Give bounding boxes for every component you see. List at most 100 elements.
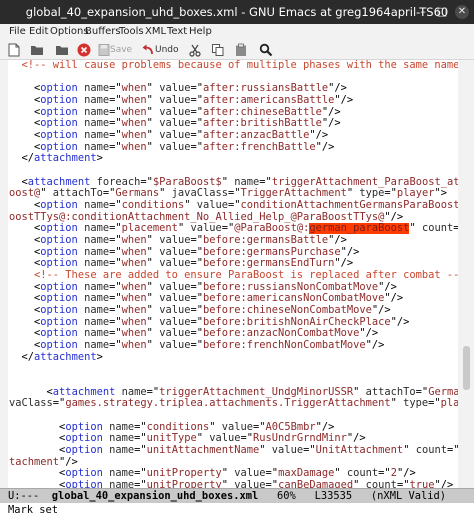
code-token: < xyxy=(9,281,41,293)
code-line: <option name="when" value="before:russia… xyxy=(9,282,458,294)
menu-edit[interactable]: Edit xyxy=(29,26,48,37)
code-token: =" xyxy=(52,398,66,410)
code-token: name xyxy=(109,445,135,457)
code-token: </ xyxy=(9,351,35,363)
menu-bar: File Edit Options Buffers Tools XML Text… xyxy=(0,24,474,40)
code-token: name xyxy=(84,95,110,106)
code-token: " xyxy=(159,188,172,200)
scrollbar[interactable] xyxy=(458,60,474,488)
code-line: <option name="unitAttachmentName" value=… xyxy=(9,445,458,457)
code-token: </ xyxy=(9,153,35,165)
menu-tools[interactable]: Tools xyxy=(119,26,144,37)
dired-folder-icon[interactable] xyxy=(55,43,69,57)
code-token: =" xyxy=(109,95,122,106)
code-token: name xyxy=(84,305,110,317)
code-token: "/> xyxy=(315,421,335,433)
save-icon[interactable] xyxy=(98,43,110,57)
code-token: =" xyxy=(109,258,122,270)
code-line: <option name="when" value="after:anzacBa… xyxy=(9,130,458,142)
code-token: < xyxy=(9,305,41,317)
modeline-position: 60% xyxy=(277,490,296,502)
code-token: name xyxy=(109,421,135,433)
cut-icon[interactable] xyxy=(188,43,202,57)
window-close-button[interactable]: ✕ xyxy=(455,5,469,19)
close-buffer-icon[interactable] xyxy=(77,43,91,57)
code-token: " xyxy=(146,340,160,352)
code-line: <option name="conditions" value="A0C5Bmb… xyxy=(9,422,458,434)
menu-file[interactable]: File xyxy=(9,26,26,37)
code-token: =" xyxy=(190,246,203,258)
code-token: " xyxy=(196,433,210,445)
undo-button[interactable]: Undo xyxy=(155,45,179,55)
search-highlight: german_paraBoost xyxy=(309,223,410,235)
menu-text[interactable]: Text xyxy=(167,26,187,37)
code-token: name xyxy=(84,200,110,212)
code-token: before:frenchNonCombatMove xyxy=(202,340,366,352)
code-token: value xyxy=(159,235,191,247)
copy-icon[interactable] xyxy=(211,43,225,57)
code-token: attachment xyxy=(52,386,116,398)
code-token: name xyxy=(121,386,147,398)
code-token: after:chineseBattle xyxy=(202,106,322,118)
code-token: "> xyxy=(434,188,447,200)
left-fringe xyxy=(0,60,8,488)
menu-xml[interactable]: XML xyxy=(145,26,166,37)
code-token: < xyxy=(9,316,41,328)
code-token: " xyxy=(146,95,160,106)
code-token: "/> xyxy=(328,235,347,247)
editor-area[interactable]: <!-- will cause problems because of mult… xyxy=(0,60,474,503)
code-token: $ParaBoost$ xyxy=(152,176,222,188)
menu-help[interactable]: Help xyxy=(189,26,212,37)
code-token: option xyxy=(40,328,78,340)
code-token: attachTo xyxy=(365,386,416,398)
code-line: <option name="when" value="after:russian… xyxy=(9,83,458,95)
code-token: <!-- These are added to ensure ParaBoost… xyxy=(9,270,458,282)
code-token: =" xyxy=(109,340,122,352)
undo-icon[interactable] xyxy=(141,43,155,57)
code-token: conditions xyxy=(121,200,185,212)
code-token: value xyxy=(196,200,228,212)
code-token: "/> xyxy=(371,305,391,317)
code-token: attachment xyxy=(34,153,97,165)
code-token: " xyxy=(146,316,160,328)
code-token: =" xyxy=(190,305,203,317)
code-token: Germans xyxy=(428,386,458,398)
minimize-button[interactable]: – xyxy=(417,6,429,18)
code-token: =" xyxy=(134,421,147,433)
save-button[interactable]: Save xyxy=(110,45,132,55)
new-file-icon[interactable] xyxy=(8,43,20,57)
code-token: " xyxy=(353,386,366,398)
code-line: <option name="when" value="after:chinese… xyxy=(9,107,458,119)
search-icon[interactable] xyxy=(259,43,273,57)
code-token: when xyxy=(121,293,147,305)
code-token: " xyxy=(390,398,404,410)
paste-icon[interactable] xyxy=(234,43,248,57)
code-token: when xyxy=(121,328,147,340)
code-line: oost@" attachTo="Germans" javaClass="Tri… xyxy=(9,188,458,200)
code-token: =" xyxy=(228,200,241,212)
code-token: < xyxy=(9,130,41,142)
maximize-button[interactable]: □ xyxy=(436,6,448,18)
code-line: <option name="when" value="before:anzacN… xyxy=(9,328,458,340)
code-line: <attachment name="triggerAttachment_Undg… xyxy=(9,387,458,399)
menu-options[interactable]: Options xyxy=(50,26,89,37)
menu-buffers[interactable]: Buffers xyxy=(85,26,121,37)
code-token: " xyxy=(346,188,360,200)
code-token: "/> xyxy=(384,293,404,305)
code-token: =" xyxy=(190,328,203,340)
code-token: value xyxy=(159,118,191,130)
code-line: <option name="when" value="before:german… xyxy=(9,235,458,247)
open-folder-icon[interactable] xyxy=(30,43,44,57)
code-line: </attachment> xyxy=(9,153,458,165)
code-token: < xyxy=(9,328,41,340)
code-token: when xyxy=(121,130,147,142)
code-token: "/> xyxy=(365,340,385,352)
code-token: value xyxy=(159,305,191,317)
code-token: < xyxy=(9,293,41,305)
code-token: after:britishBattle xyxy=(202,118,322,130)
code-token: name xyxy=(84,106,110,118)
scrollbar-thumb[interactable] xyxy=(463,346,470,390)
code-token: " xyxy=(146,293,160,305)
code-token: value xyxy=(159,328,191,340)
